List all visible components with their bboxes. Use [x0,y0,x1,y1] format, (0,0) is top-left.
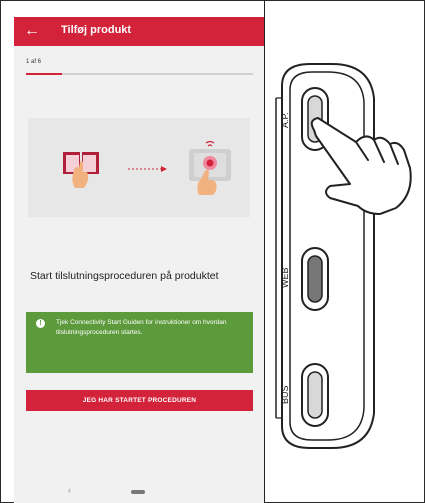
device-side-view: A.P. WEB BUS [275,63,412,449]
system-home-pill-icon[interactable] [131,490,145,494]
app-bar: ← Tilføj produkt [14,17,264,46]
phone-screen: ← Tilføj produkt 1 af 6 Start tilslutnin… [14,17,264,503]
page-title: Tilføj produkt [61,24,132,36]
button-label-bus: BUS [280,385,290,404]
system-back-icon[interactable]: ‹ [68,485,71,495]
dashed-arrow-icon [128,166,167,172]
progress-fill [26,73,63,75]
step-heading: Start tilslutningsproceduren på produkte… [30,270,219,282]
book-with-hand-icon [63,152,99,188]
button-label-web: WEB [280,267,290,288]
back-arrow-icon[interactable]: ← [24,22,40,40]
step-counter: 1 af 6 [26,59,42,65]
info-text: Tjek Connectivity Start Guiden for instr… [56,319,227,336]
info-icon: ! [36,319,45,328]
button-label-ap: A.P. [280,112,290,128]
device-touch-icon [189,140,231,195]
progress-bar [26,73,253,75]
instruction-illustration [28,118,250,217]
procedure-started-button[interactable]: JEG HAR STARTET PROCEDUREN [26,390,253,411]
info-box: ! Tjek Connectivity Start Guiden for ins… [26,312,253,373]
panel-divider [264,0,265,503]
